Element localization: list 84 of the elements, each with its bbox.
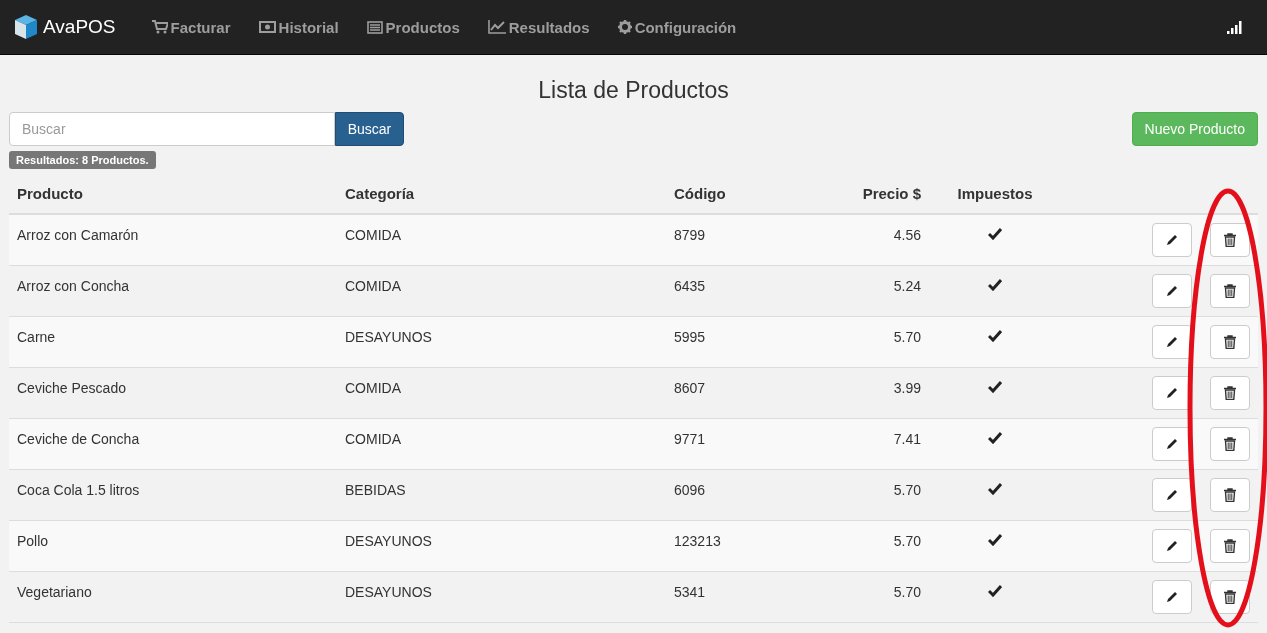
pencil-icon (1165, 284, 1179, 298)
table-cell-text: 8607 (673, 379, 707, 396)
table-cell-text: Carne (16, 328, 57, 345)
table-cell-text: COMIDA (344, 379, 402, 396)
edit-button[interactable] (1152, 580, 1192, 614)
pencil-icon (1165, 488, 1179, 502)
table-cell-text: 5.70 (892, 328, 922, 345)
nav-link[interactable]: Historial (258, 18, 339, 36)
trash-icon (1224, 539, 1236, 553)
signal-bars-icon (1227, 20, 1243, 34)
delete-button[interactable] (1210, 274, 1250, 308)
column-header: Producto (16, 184, 84, 202)
column-header: Impuestos (956, 184, 1034, 202)
pencil-icon (1165, 335, 1179, 349)
table-cell-text: COMIDA (344, 226, 402, 243)
settings-icon (617, 20, 632, 34)
table-cell-text: 4.56 (892, 226, 922, 243)
table-cell-text: 5.70 (892, 481, 922, 498)
table-cell-text: 5.24 (892, 277, 922, 294)
table-cell-text: 6096 (673, 481, 707, 498)
edit-button[interactable] (1152, 274, 1192, 308)
delete-button[interactable] (1210, 223, 1250, 257)
nav-link[interactable]: Productos (366, 18, 460, 36)
table-cell-text: Ceviche Pescado (16, 379, 127, 396)
pencil-icon (1165, 437, 1179, 451)
table-cell-text: Vegetariano (16, 583, 93, 600)
delete-button[interactable] (1210, 529, 1250, 563)
table-cell-text: 8799 (673, 226, 707, 243)
cart-icon (151, 20, 168, 34)
edit-button[interactable] (1152, 478, 1192, 512)
table-cell-text: 5341 (673, 583, 707, 600)
table-cell-text: 123213 (673, 532, 722, 549)
table-cell-text: Coca Cola 1.5 litros (16, 481, 141, 498)
search-button[interactable]: Buscar (335, 112, 404, 146)
line-chart-icon (487, 20, 506, 34)
edit-button[interactable] (1152, 325, 1192, 359)
results-badge: Resultados: 8 Productos. (9, 151, 156, 169)
delete-button[interactable] (1210, 376, 1250, 410)
brand-name[interactable]: AvaPOS (43, 16, 116, 38)
table-cell-text: Pollo (16, 532, 50, 549)
trash-icon (1224, 590, 1236, 604)
table-cell-text: COMIDA (344, 277, 402, 294)
delete-button[interactable] (1210, 478, 1250, 512)
column-header: Categoría (344, 184, 416, 202)
list-icon (366, 20, 383, 34)
table-cell-text: COMIDA (344, 430, 402, 447)
delete-button[interactable] (1210, 427, 1250, 461)
trash-icon (1224, 233, 1236, 247)
edit-button[interactable] (1152, 223, 1192, 257)
trash-icon (1224, 284, 1236, 298)
table-cell-text: 7.41 (892, 430, 922, 447)
table-cell-text: DESAYUNOS (344, 532, 433, 549)
table-cell-text: DESAYUNOS (344, 328, 433, 345)
search-field[interactable]: Buscar (9, 112, 335, 146)
table-cell-text: BEBIDAS (344, 481, 407, 498)
table-cell-text: 5995 (673, 328, 707, 345)
trash-icon (1224, 335, 1236, 349)
table-cell-text: DESAYUNOS (344, 583, 433, 600)
table-cell-text: 5.70 (892, 583, 922, 600)
pencil-icon (1165, 233, 1179, 247)
banknote-icon (258, 21, 276, 33)
pencil-icon (1165, 590, 1179, 604)
column-header: Código (673, 184, 727, 202)
table-cell-text: Ceviche de Concha (16, 430, 141, 447)
delete-button[interactable] (1210, 325, 1250, 359)
nav-link[interactable]: Facturar (151, 18, 231, 36)
pencil-icon (1165, 386, 1179, 400)
trash-icon (1224, 386, 1236, 400)
page-title: Lista de Productos (537, 76, 730, 105)
edit-button[interactable] (1152, 427, 1192, 461)
nav-link[interactable]: Configuración (617, 18, 737, 36)
table-cell-text: 6435 (673, 277, 707, 294)
edit-button[interactable] (1152, 529, 1192, 563)
cube-logo-icon (14, 14, 38, 40)
table-cell-text: 3.99 (892, 379, 922, 396)
table-cell-text: 5.70 (892, 532, 922, 549)
pencil-icon (1165, 539, 1179, 553)
nav-link[interactable]: Resultados (487, 18, 590, 36)
column-header: Precio $ (861, 184, 922, 202)
table-cell-text: 9771 (673, 430, 707, 447)
table-cell-text: Arroz con Camarón (16, 226, 140, 243)
table-cell-text: Arroz con Concha (16, 277, 131, 294)
trash-icon (1224, 437, 1236, 451)
trash-icon (1224, 488, 1236, 502)
